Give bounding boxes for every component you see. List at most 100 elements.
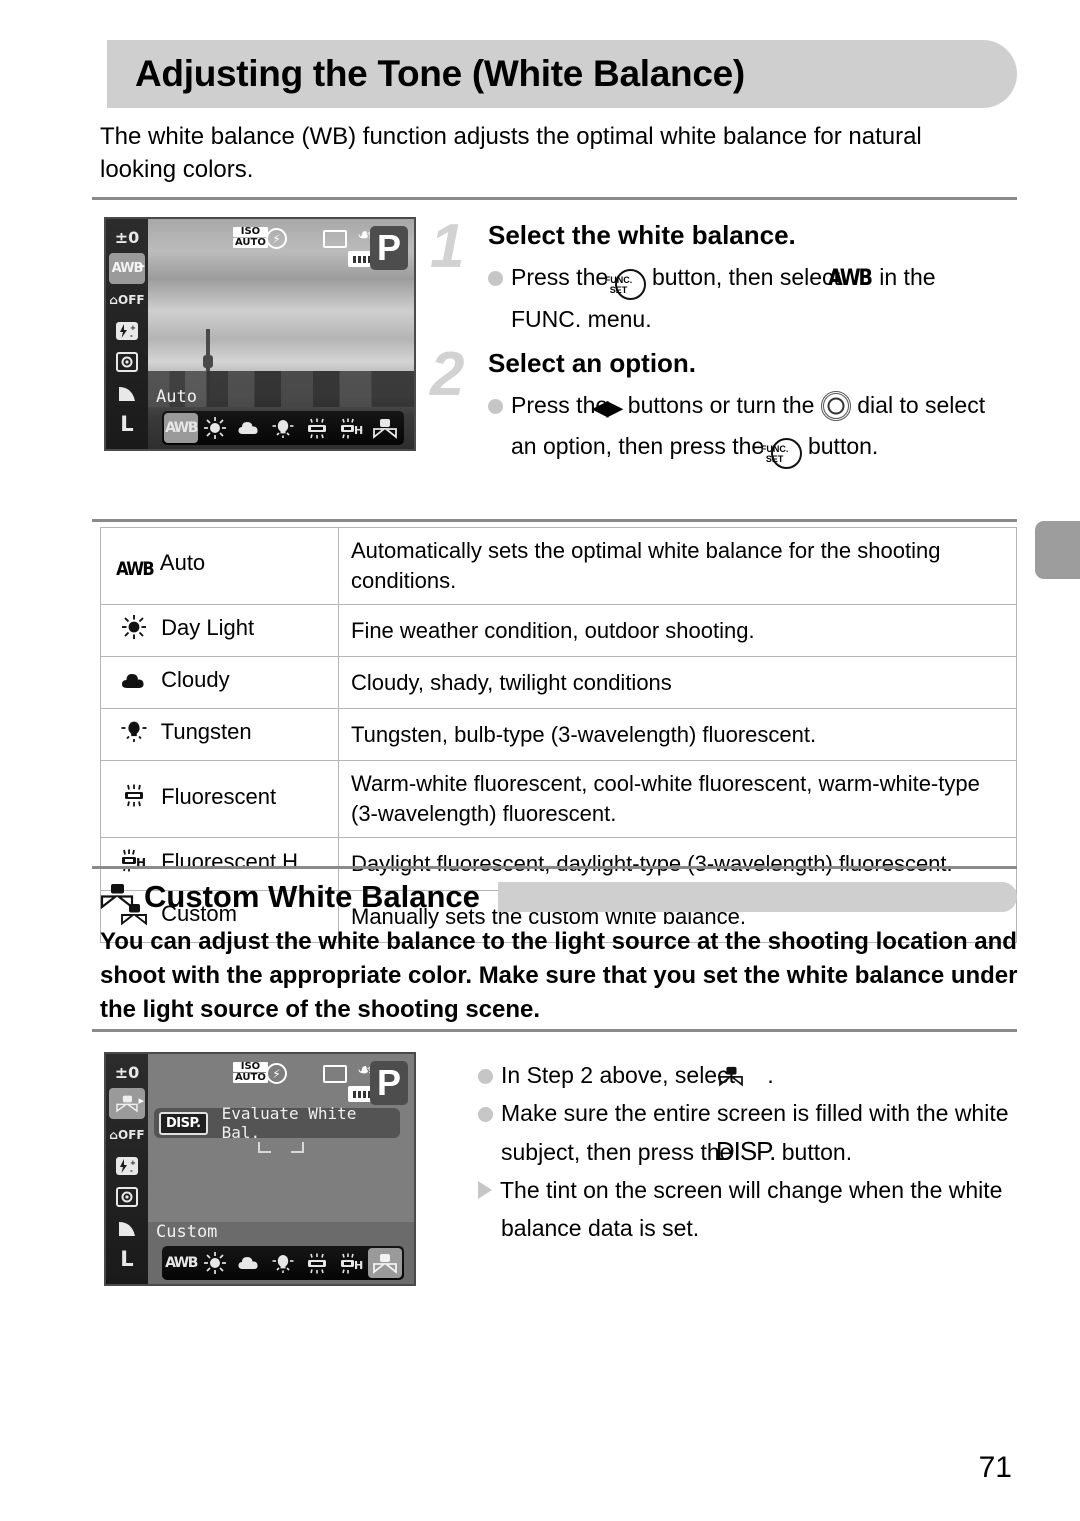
table-cell-description: Warm-white fluorescent, cool-white fluor…	[338, 760, 1017, 838]
sidebar-image-quality-icon	[109, 1212, 145, 1243]
lcd2-option-label: Custom	[156, 1222, 218, 1242]
option-cloudy[interactable]	[232, 1248, 266, 1278]
table-row: Tungsten Tungsten, bulb-type (3-waveleng…	[100, 708, 1017, 761]
tungsten-icon	[113, 718, 155, 752]
table-cell-option: AWB Auto	[100, 527, 339, 605]
sidebar-metering-icon	[109, 1181, 145, 1212]
table-option-name: Cloudy	[161, 667, 230, 692]
sidebar-image-size-icon: L	[120, 411, 134, 436]
cloudy-icon	[113, 670, 155, 700]
camera-screen-custom-wb: ±0 ⌂OFF +- L ISO AUTO ⚡ ☙ P	[104, 1052, 416, 1286]
option-fluorescent-h[interactable]: H	[334, 413, 368, 443]
iso-auto-icon: ISO AUTO	[233, 226, 268, 248]
option-custom[interactable]	[368, 413, 402, 443]
svg-text:+: +	[130, 1159, 136, 1167]
awb-icon: AWB	[116, 558, 155, 580]
option-fluorescent[interactable]	[300, 1248, 334, 1278]
table-cell-description: Fine weather condition, outdoor shooting…	[338, 604, 1017, 657]
option-custom[interactable]	[368, 1248, 402, 1278]
flash-off-icon: ⚡	[266, 228, 287, 249]
step-1-text-before: Press the	[511, 264, 609, 290]
func-set-button-icon: FUNC. SET	[761, 438, 802, 469]
sidebar-metering-icon	[109, 346, 145, 377]
step-2-body: Press the ◀▶ buttons or turn the dial to…	[488, 386, 1010, 469]
drive-mode-icon	[323, 1065, 347, 1083]
shooting-mode-icon: P	[370, 226, 408, 270]
lcd2-option-strip: AWB H	[162, 1246, 404, 1280]
step-2-heading: Select an option.	[488, 348, 697, 378]
table-cell-option: Tungsten	[100, 708, 339, 761]
instruction-item-1: In Step 2 above, select .	[478, 1056, 1023, 1094]
custom-white-balance-header: Custom White Balance	[100, 877, 1017, 917]
custom-section-paragraph: You can adjust the white balance to the …	[100, 928, 1018, 1023]
table-cell-option: Fluorescent	[100, 760, 339, 838]
shooting-mode-icon: P	[370, 1061, 408, 1105]
step-2: 2 Select an option. Press the ◀▶ buttons…	[430, 344, 1010, 469]
sidebar-exposure-comp-icon: ±0	[114, 1063, 140, 1082]
svg-text:-: -	[130, 332, 133, 340]
left-right-buttons-icon: ◀▶	[591, 395, 624, 420]
table-option-name: Fluorescent	[161, 784, 277, 809]
table-cell-description: Automatically sets the optimal white bal…	[338, 527, 1017, 605]
bullet-dot-icon	[478, 1069, 493, 1084]
lcd2-scene: ISO AUTO ⚡ ☙ P DISP. Evaluate White Bal.…	[148, 1054, 414, 1284]
svg-text:H: H	[354, 1259, 363, 1272]
custom-wb-icon	[719, 1060, 767, 1087]
option-cloudy[interactable]	[232, 413, 266, 443]
bullet-dot-icon	[488, 271, 503, 286]
option-daylight[interactable]	[198, 413, 232, 443]
lcd2-status-row: ISO AUTO ⚡ ☙ P	[158, 1059, 410, 1105]
step-1-heading: Select the white balance.	[488, 220, 796, 250]
drive-mode-icon	[323, 230, 347, 248]
table-cell-description: Tungsten, bulb-type (3-wavelength) fluor…	[338, 708, 1017, 761]
option-daylight[interactable]	[198, 1248, 232, 1278]
svg-text:+: +	[130, 324, 136, 332]
option-awb[interactable]: AWB	[164, 1248, 198, 1278]
sidebar-white-balance-icon[interactable]	[109, 1088, 145, 1119]
lcd1-option-strip: AWB H	[162, 411, 404, 445]
daylight-icon	[113, 614, 155, 648]
fluorescent-icon	[113, 781, 155, 817]
sidebar-exposure-comp-icon: ±0	[114, 228, 140, 247]
section-title: Custom White Balance	[144, 879, 480, 914]
divider-rule-above-bottom	[92, 1029, 1017, 1032]
table-cell-option: Day Light	[100, 604, 339, 657]
svg-text:-: -	[130, 1167, 133, 1175]
instruction-1-text-after: .	[767, 1062, 774, 1088]
table-option-name: Auto	[159, 550, 206, 575]
awb-icon: AWB	[828, 266, 873, 291]
page-number: 71	[978, 1451, 1012, 1484]
instruction-item-3: The tint on the screen will change when …	[478, 1171, 1023, 1247]
sidebar-flash-exposure-icon: + -	[109, 315, 145, 346]
func-set-button-icon: FUNC. SET	[605, 269, 646, 300]
instruction-item-2: Make sure the entire screen is filled wi…	[478, 1094, 1023, 1171]
sidebar-white-balance-icon[interactable]: AWB	[109, 253, 145, 284]
evaluate-white-balance-text: Evaluate White Bal.	[221, 1104, 357, 1142]
table-row: Day Light Fine weather condition, outdoo…	[100, 604, 1017, 657]
svg-text:H: H	[354, 424, 363, 437]
bullet-dot-icon	[488, 399, 503, 414]
table-cell-description: Cloudy, shady, twilight conditions	[338, 656, 1017, 709]
divider-rule-above-table	[92, 519, 1017, 522]
custom-wb-instructions: In Step 2 above, select . Make sure the …	[478, 1056, 1023, 1247]
table-option-name: Fluorescent H	[161, 849, 299, 874]
disp-button-icon: DISP.	[715, 1136, 777, 1166]
iso-auto-icon: ISO AUTO	[233, 1061, 268, 1083]
instruction-2-text-after: button.	[781, 1139, 853, 1165]
divider-rule-top	[92, 197, 1017, 200]
option-tungsten[interactable]	[266, 413, 300, 443]
option-fluorescent-h[interactable]: H	[334, 1248, 368, 1278]
step-1-number: 1	[430, 212, 465, 281]
lcd1-status-row: ISO AUTO ⚡ ☙ P	[158, 224, 410, 270]
lcd1-sidebar: ±0 AWB ⌂OFF +- L	[106, 219, 148, 449]
section-header-bar	[497, 882, 1017, 912]
step-1-text-mid: button, then select	[651, 264, 840, 290]
sidebar-self-timer-icon: ⌂OFF	[109, 292, 145, 307]
step-1: 1 Select the white balance. Press the FU…	[430, 216, 1010, 338]
evaluate-white-balance-bar: DISP. Evaluate White Bal.	[154, 1104, 400, 1142]
option-awb[interactable]: AWB	[164, 413, 198, 443]
step-2-text-after: button.	[807, 433, 879, 459]
option-fluorescent[interactable]	[300, 413, 334, 443]
instruction-1-text: In Step 2 above, select	[501, 1062, 735, 1088]
option-tungsten[interactable]	[266, 1248, 300, 1278]
